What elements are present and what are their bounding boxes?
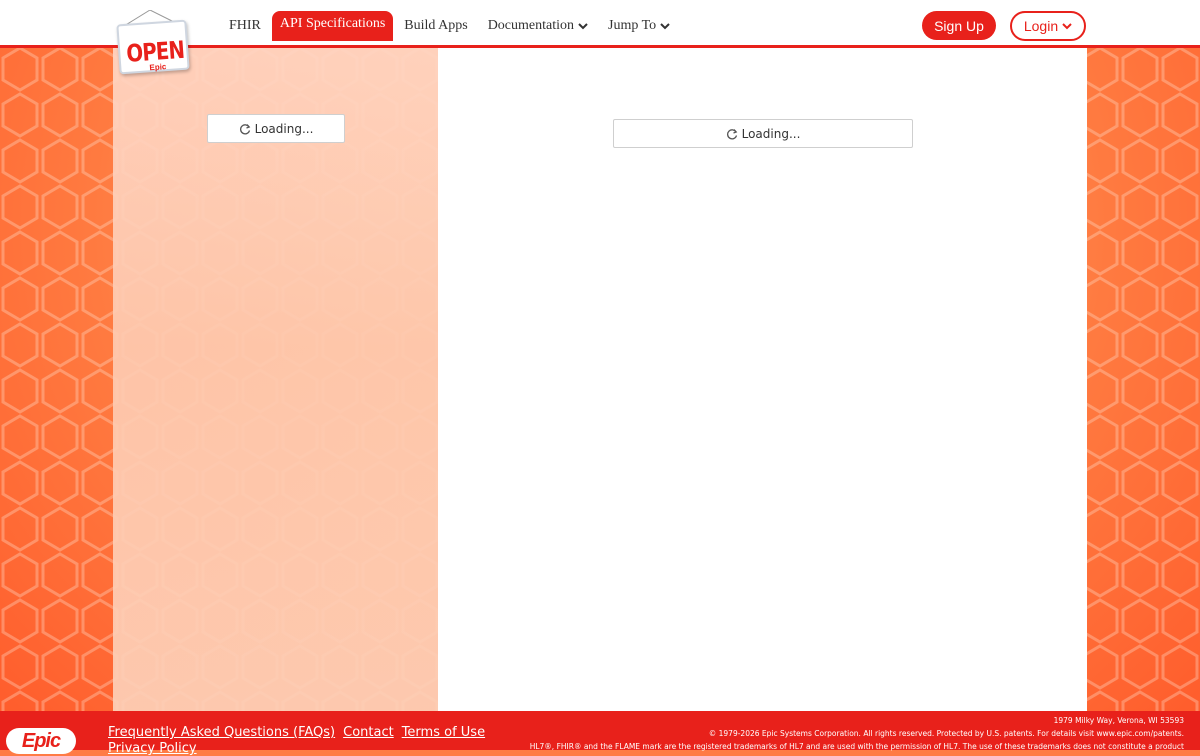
- footer-link-faq[interactable]: Frequently Asked Questions (FAQs): [108, 725, 335, 740]
- main-loading-indicator: Loading...: [613, 119, 913, 148]
- epic-brand-logo[interactable]: Epic: [6, 728, 76, 754]
- nav-label: Documentation: [487, 18, 574, 33]
- nav-label: Jump To: [608, 18, 657, 33]
- nav-item-jump-to[interactable]: Jump To: [599, 11, 679, 41]
- sidebar-loading-indicator: Loading...: [207, 114, 345, 143]
- logo-sign: OPEN Epic: [116, 19, 190, 75]
- sign-up-button[interactable]: Sign Up: [922, 11, 996, 40]
- nav-item-documentation[interactable]: Documentation: [479, 11, 597, 41]
- login-button[interactable]: Login: [1010, 11, 1086, 41]
- footer-links: Frequently Asked Questions (FAQs) Contac…: [108, 725, 485, 740]
- loading-text: Loading...: [254, 121, 314, 136]
- open-epic-logo[interactable]: OPEN Epic: [116, 10, 190, 75]
- nav-label: API Specifications: [279, 16, 386, 31]
- nav-label: Build Apps: [404, 18, 468, 33]
- nav-label: FHIR: [229, 18, 261, 33]
- nav-item-build-apps[interactable]: Build Apps: [395, 11, 476, 41]
- sign-up-label: Sign Up: [934, 17, 984, 34]
- sidebar-panel: [113, 48, 438, 711]
- chevron-down-icon: [1062, 23, 1072, 30]
- nav-item-fhir[interactable]: FHIR: [220, 11, 270, 41]
- refresh-icon: [726, 128, 737, 139]
- loading-text: Loading...: [741, 126, 801, 141]
- footer-link-terms[interactable]: Terms of Use: [402, 725, 485, 740]
- footer-legal: 1979 Milky Way, Verona, WI 53593 © 1979-…: [530, 714, 1184, 753]
- nav-item-api-specifications[interactable]: API Specifications: [271, 11, 394, 41]
- footer-copyright: © 1979-2026 Epic Systems Corporation. Al…: [708, 729, 1184, 738]
- footer-address: 1979 Milky Way, Verona, WI 53593: [1053, 716, 1184, 725]
- footer-trademark: HL7®, FHIR® and the FLAME mark are the r…: [529, 742, 1184, 751]
- chevron-down-icon: [660, 23, 670, 30]
- footer-link-contact[interactable]: Contact: [343, 725, 394, 740]
- login-label: Login: [1023, 18, 1059, 34]
- chevron-down-icon: [578, 23, 588, 30]
- main-nav: FHIR API Specifications Build Apps Docum…: [220, 11, 681, 41]
- logo-epic-text: Epic: [149, 62, 167, 73]
- footer-link-privacy[interactable]: Privacy Policy: [108, 741, 197, 756]
- refresh-icon: [239, 123, 250, 134]
